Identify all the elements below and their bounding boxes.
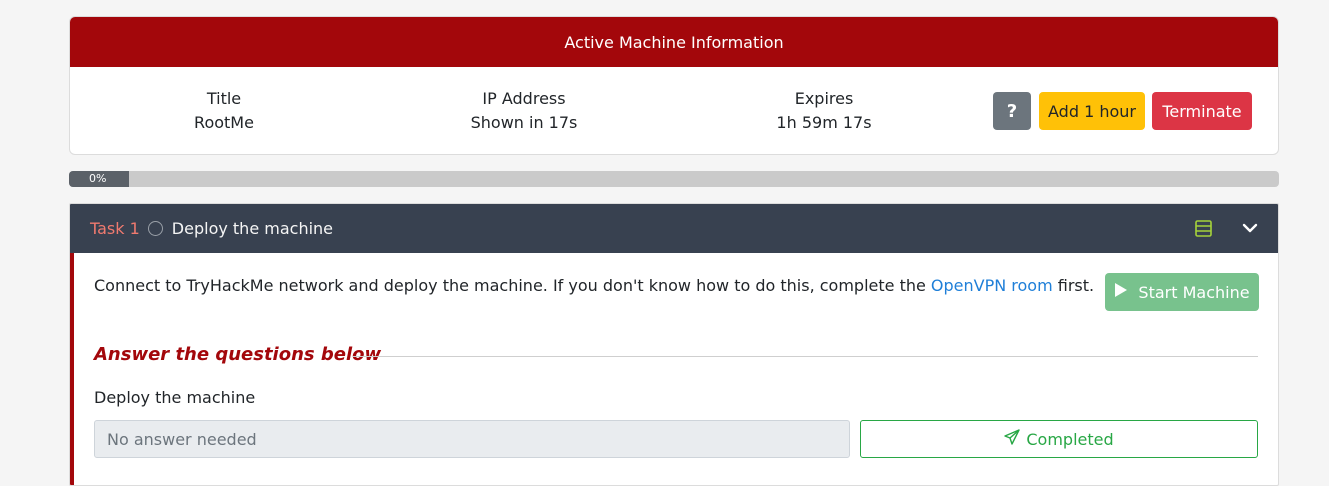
machine-ip-label: IP Address	[482, 89, 566, 108]
machine-expires-label: Expires	[794, 89, 854, 108]
answer-input[interactable]: No answer needed	[94, 420, 850, 458]
machine-card-title: Active Machine Information	[564, 32, 784, 52]
task-body: Connect to TryHackMe network and deploy …	[70, 253, 1278, 485]
room-progress-bar: 0%	[69, 171, 1279, 187]
circle-icon	[147, 221, 163, 236]
machine-expires-value: 1h 59m 17s	[776, 113, 872, 132]
machine-card-body: Title RootMe IP Address Shown in 17s Exp…	[70, 67, 1278, 154]
add-hour-button[interactable]: Add 1 hour	[1039, 92, 1145, 130]
task-header[interactable]: Task 1 Deploy the machine	[70, 204, 1278, 253]
terminate-button[interactable]: Terminate	[1152, 92, 1252, 130]
task-description-end: first.	[1052, 276, 1095, 295]
machine-ip-column: IP Address Shown in 17s	[464, 87, 584, 135]
progress-fill: 0%	[69, 171, 129, 187]
task-description: Connect to TryHackMe network and deploy …	[94, 275, 1094, 297]
task-number: Task 1	[90, 219, 140, 238]
machine-title-label: Title	[206, 89, 242, 108]
machine-ip-value: Shown in 17s	[470, 113, 578, 132]
machine-title-column: Title RootMe	[174, 87, 274, 135]
task-title: Deploy the machine	[171, 219, 334, 238]
completed-button[interactable]: Completed	[860, 420, 1258, 458]
heading-divider	[353, 356, 1258, 357]
start-machine-label: Start Machine	[1138, 282, 1250, 302]
completed-label: Completed	[1026, 429, 1114, 449]
task-card: Task 1 Deploy the machine Connect to Try…	[69, 203, 1279, 486]
task-description-text: Connect to TryHackMe network and deploy …	[94, 276, 931, 295]
openvpn-room-link[interactable]: OpenVPN room	[931, 276, 1053, 295]
machine-card-header: Active Machine Information	[70, 17, 1278, 67]
question-text: Deploy the machine	[94, 388, 256, 407]
list-icon[interactable]	[1195, 220, 1213, 241]
machine-expires-column: Expires 1h 59m 17s	[764, 87, 884, 135]
progress-label: 0%	[89, 172, 107, 185]
play-icon	[1114, 282, 1128, 302]
paper-plane-icon	[1004, 429, 1021, 449]
start-machine-button[interactable]: Start Machine	[1105, 273, 1259, 311]
machine-title-value: RootMe	[194, 113, 254, 132]
answer-questions-heading: Answer the questions below	[94, 344, 382, 365]
active-machine-card: Active Machine Information Title RootMe …	[69, 16, 1279, 155]
help-button[interactable]: ?	[993, 92, 1031, 130]
chevron-down-icon[interactable]	[1242, 220, 1258, 240]
